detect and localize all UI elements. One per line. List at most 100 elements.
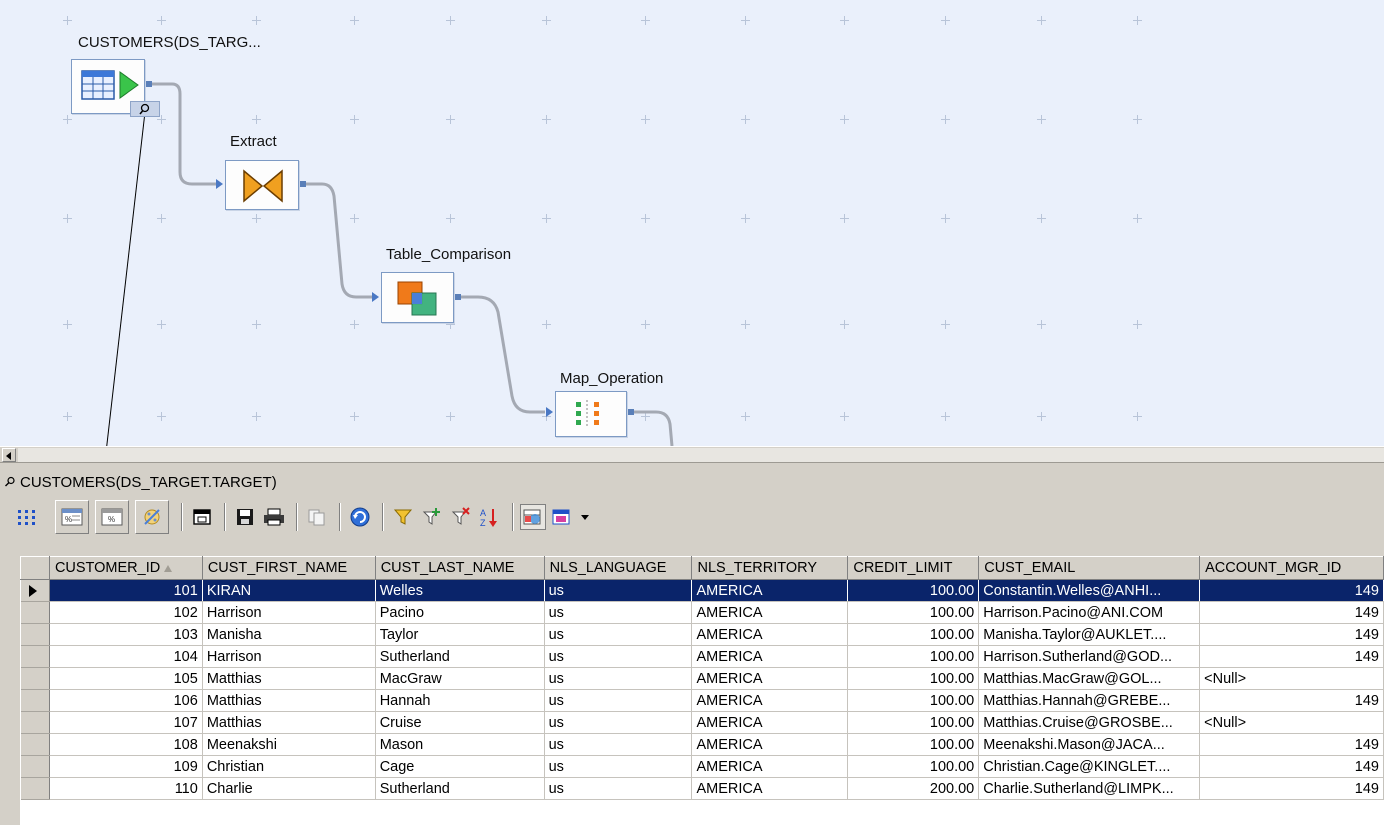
column-header[interactable]: CUST_LAST_NAME bbox=[374, 556, 545, 580]
remove-filter-icon[interactable] bbox=[448, 504, 474, 530]
column-header[interactable]: CUSTOMER_ID bbox=[48, 556, 203, 580]
table-cell[interactable]: 149 bbox=[1199, 777, 1384, 800]
table-cell[interactable]: 100.00 bbox=[847, 601, 980, 624]
table-cell[interactable]: AMERICA bbox=[691, 689, 849, 712]
port-in-map-operation[interactable] bbox=[546, 407, 553, 417]
table-cell[interactable]: 103 bbox=[49, 623, 203, 646]
row-header[interactable] bbox=[20, 777, 50, 800]
show-columns-icon[interactable] bbox=[520, 504, 546, 530]
table-cell[interactable]: 149 bbox=[1199, 733, 1384, 756]
table-cell[interactable]: 100.00 bbox=[847, 645, 980, 668]
table-cell[interactable]: MacGraw bbox=[375, 667, 545, 690]
table-cell[interactable]: us bbox=[544, 645, 693, 668]
table-cell[interactable]: Manisha bbox=[202, 623, 376, 646]
corner-header[interactable] bbox=[20, 556, 50, 580]
table-cell[interactable]: Matthias bbox=[202, 711, 376, 734]
dropdown-arrow-icon[interactable] bbox=[578, 504, 592, 530]
table-cell[interactable]: Sutherland bbox=[375, 777, 545, 800]
table-cell[interactable]: AMERICA bbox=[691, 623, 849, 646]
row-header[interactable] bbox=[20, 645, 50, 668]
table-cell[interactable]: AMERICA bbox=[691, 711, 849, 734]
table-row[interactable]: 105 Matthias MacGraw us AMERICA 100.00 Matthia… bbox=[20, 667, 1384, 690]
table-cell[interactable]: KIRAN bbox=[202, 579, 376, 602]
table-cell[interactable]: Christian.Cage@KINGLET.... bbox=[978, 755, 1201, 778]
restore-icon[interactable] bbox=[189, 504, 215, 530]
table-cell[interactable]: 100.00 bbox=[847, 689, 980, 712]
row-header[interactable] bbox=[20, 667, 50, 690]
table-cell[interactable]: Constantin.Welles@ANHI... bbox=[978, 579, 1201, 602]
table-cell[interactable]: 149 bbox=[1199, 689, 1384, 712]
table-cell[interactable]: Matthias bbox=[202, 689, 376, 712]
table-cell[interactable]: us bbox=[544, 711, 693, 734]
column-header[interactable]: ACCOUNT_MGR_ID bbox=[1199, 556, 1384, 580]
table-cell[interactable]: Harrison.Pacino@ANI.COM bbox=[978, 601, 1201, 624]
table-cell[interactable]: us bbox=[544, 579, 693, 602]
table-row[interactable]: 110 Charlie Sutherland us AMERICA 200.00 Charl… bbox=[20, 777, 1384, 800]
table-cell[interactable]: us bbox=[544, 689, 693, 712]
table-cell[interactable]: 100.00 bbox=[847, 667, 980, 690]
table-cell[interactable]: Christian bbox=[202, 755, 376, 778]
row-header[interactable] bbox=[20, 623, 50, 646]
table-cell[interactable]: Harrison.Sutherland@GOD... bbox=[978, 645, 1201, 668]
port-in-extract[interactable] bbox=[216, 179, 223, 189]
table-cell[interactable]: Welles bbox=[375, 579, 545, 602]
table-cell[interactable]: AMERICA bbox=[691, 777, 849, 800]
table-cell[interactable]: Harrison bbox=[202, 645, 376, 668]
table-cell[interactable]: AMERICA bbox=[691, 579, 849, 602]
scroll-left-arrow-icon[interactable] bbox=[2, 448, 16, 462]
table-row[interactable]: 106 Matthias Hannah us AMERICA 100.00 Matthias… bbox=[20, 689, 1384, 712]
data-grid[interactable]: CUSTOMER_ID CUST_FIRST_NAME CUST_LAST_NA… bbox=[20, 556, 1384, 825]
table-cell[interactable]: us bbox=[544, 755, 693, 778]
table-cell[interactable]: Hannah bbox=[375, 689, 545, 712]
table-cell[interactable]: 108 bbox=[49, 733, 203, 756]
row-header[interactable] bbox=[20, 579, 50, 602]
table-cell[interactable]: <Null> bbox=[1199, 711, 1384, 734]
table-cell[interactable]: 100.00 bbox=[847, 755, 980, 778]
table-cell[interactable]: Matthias.MacGraw@GOL... bbox=[978, 667, 1201, 690]
table-cell[interactable]: us bbox=[544, 601, 693, 624]
table-cell[interactable]: Harrison bbox=[202, 601, 376, 624]
table-cell[interactable]: AMERICA bbox=[691, 667, 849, 690]
table-cell[interactable]: 100.00 bbox=[847, 733, 980, 756]
table-cell[interactable]: Cruise bbox=[375, 711, 545, 734]
add-filter-icon[interactable] bbox=[419, 504, 445, 530]
table-cell[interactable]: Matthias bbox=[202, 667, 376, 690]
view-data-magnifier-icon[interactable] bbox=[130, 101, 160, 117]
row-header[interactable] bbox=[20, 711, 50, 734]
table-cell[interactable]: Manisha.Taylor@AUKLET.... bbox=[978, 623, 1201, 646]
settings-icon[interactable] bbox=[549, 504, 575, 530]
table-cell[interactable]: Pacino bbox=[375, 601, 545, 624]
table-cell[interactable]: Mason bbox=[375, 733, 545, 756]
table-cell[interactable]: AMERICA bbox=[691, 755, 849, 778]
table-cell[interactable]: us bbox=[544, 623, 693, 646]
node-extract[interactable] bbox=[225, 160, 299, 210]
port-out-extract[interactable] bbox=[300, 181, 306, 187]
table-cell[interactable]: Matthias.Hannah@GREBE... bbox=[978, 689, 1201, 712]
table-cell[interactable]: Cage bbox=[375, 755, 545, 778]
table-cell[interactable]: AMERICA bbox=[691, 601, 849, 624]
table-row[interactable]: 102 Harrison Pacino us AMERICA 100.00 Harrison… bbox=[20, 601, 1384, 624]
table-cell[interactable]: 100.00 bbox=[847, 579, 980, 602]
table-cell[interactable]: 104 bbox=[49, 645, 203, 668]
port-out-customers[interactable] bbox=[146, 81, 152, 87]
dataflow-canvas[interactable]: CUSTOMERS(DS_TARG... Extract Table_Compa… bbox=[0, 0, 1384, 446]
table-cell[interactable]: 200.00 bbox=[847, 777, 980, 800]
port-out-table-comparison[interactable] bbox=[455, 294, 461, 300]
table-row[interactable]: 103 Manisha Taylor us AMERICA 100.00 Manisha.T… bbox=[20, 623, 1384, 646]
table-cell[interactable]: 110 bbox=[49, 777, 203, 800]
table-cell[interactable]: us bbox=[544, 667, 693, 690]
table-row[interactable]: 101 KIRAN Welles us AMERICA 100.00 Constantin.… bbox=[20, 579, 1384, 602]
sort-icon[interactable]: AZ bbox=[477, 504, 503, 530]
table-cell[interactable]: AMERICA bbox=[691, 733, 849, 756]
row-header[interactable] bbox=[20, 755, 50, 778]
table-cell[interactable]: 149 bbox=[1199, 645, 1384, 668]
table-cell[interactable]: AMERICA bbox=[691, 645, 849, 668]
column-header[interactable]: CREDIT_LIMIT bbox=[847, 556, 980, 580]
refresh-icon[interactable] bbox=[347, 504, 373, 530]
column-header[interactable]: NLS_LANGUAGE bbox=[543, 556, 693, 580]
column-header[interactable]: CUST_FIRST_NAME bbox=[201, 556, 376, 580]
view-schema-tab-icon[interactable]: % bbox=[95, 500, 129, 534]
row-header[interactable] bbox=[20, 689, 50, 712]
print-icon[interactable] bbox=[261, 504, 287, 530]
table-row[interactable]: 109 Christian Cage us AMERICA 100.00 Christian… bbox=[20, 755, 1384, 778]
